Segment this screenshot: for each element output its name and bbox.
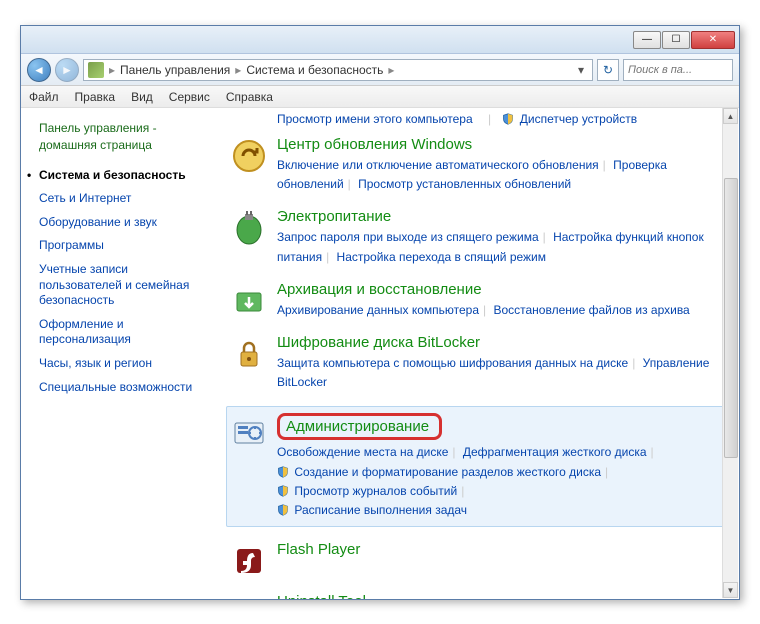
task-link[interactable]: Восстановление файлов из архива — [493, 303, 689, 317]
sidebar-item-appearance[interactable]: Оформление и персонализация — [39, 317, 213, 348]
uninstall-tool-icon — [231, 595, 267, 599]
control-panel-window: — ☐ ✕ ◄ ► ▸ Панель управления ▸ Система … — [20, 25, 740, 600]
chevron-right-icon: ▸ — [385, 63, 397, 77]
category-power: Электропитание Запрос пароля при выходе … — [231, 208, 729, 266]
windows-update-icon — [231, 138, 267, 174]
task-link[interactable]: Расписание выполнения задач — [294, 503, 467, 517]
forward-button[interactable]: ► — [55, 58, 79, 82]
category-title[interactable]: Шифрование диска BitLocker — [277, 334, 729, 351]
task-link[interactable]: Просмотр установленных обновлений — [358, 177, 571, 191]
navigation-bar: ◄ ► ▸ Панель управления ▸ Система и безо… — [21, 54, 739, 86]
back-button[interactable]: ◄ — [27, 58, 51, 82]
task-link[interactable]: Настройка перехода в спящий режим — [337, 250, 546, 264]
refresh-button[interactable]: ↻ — [597, 59, 619, 81]
sidebar-item-accessibility[interactable]: Специальные возможности — [39, 380, 213, 396]
scroll-up-button[interactable]: ▲ — [723, 108, 738, 124]
menu-file[interactable]: Файл — [29, 90, 59, 104]
sidebar-item-users[interactable]: Учетные записи пользователей и семейная … — [39, 262, 213, 309]
task-link[interactable]: Создание и форматирование разделов жестк… — [294, 465, 601, 479]
close-button[interactable]: ✕ — [691, 31, 735, 49]
top-links: Просмотр имени этого компьютера | Диспет… — [277, 112, 729, 126]
task-link[interactable]: Включение или отключение автоматического… — [277, 158, 599, 172]
menu-bar: Файл Правка Вид Сервис Справка — [21, 86, 739, 108]
highlight-annotation: Администрирование — [277, 413, 442, 440]
task-link[interactable]: Освобождение места на диске — [277, 445, 448, 459]
shield-icon — [502, 113, 514, 125]
minimize-button[interactable]: — — [633, 31, 661, 49]
content-pane: Просмотр имени этого компьютера | Диспет… — [221, 108, 739, 599]
shield-icon — [277, 484, 289, 496]
address-bar[interactable]: ▸ Панель управления ▸ Система и безопасн… — [83, 59, 593, 81]
category-title[interactable]: Uninstall Tool — [277, 593, 729, 599]
sidebar: Панель управления - домашняя страница Си… — [21, 108, 221, 599]
scroll-down-button[interactable]: ▼ — [723, 582, 738, 598]
breadcrumb-root[interactable]: Панель управления — [120, 63, 230, 77]
scroll-thumb[interactable] — [724, 178, 738, 458]
bitlocker-icon — [231, 336, 267, 372]
chevron-right-icon: ▸ — [232, 63, 244, 77]
category-administration: Администрирование Освобождение места на … — [226, 406, 727, 527]
address-dropdown[interactable]: ▾ — [574, 63, 588, 77]
sidebar-item-programs[interactable]: Программы — [39, 238, 213, 254]
menu-edit[interactable]: Правка — [75, 90, 116, 104]
menu-view[interactable]: Вид — [131, 90, 153, 104]
task-link[interactable]: Защита компьютера с помощью шифрования д… — [277, 356, 628, 370]
menu-help[interactable]: Справка — [226, 90, 273, 104]
category-title[interactable]: Центр обновления Windows — [277, 136, 729, 153]
sidebar-item-system-security[interactable]: Система и безопасность — [39, 168, 213, 184]
task-link[interactable]: Дефрагментация жесткого диска — [463, 445, 647, 459]
sidebar-home-link[interactable]: Панель управления - домашняя страница — [39, 120, 213, 154]
maximize-button[interactable]: ☐ — [662, 31, 690, 49]
admin-tools-icon — [231, 415, 267, 451]
shield-icon — [277, 465, 289, 477]
category-bitlocker: Шифрование диска BitLocker Защита компью… — [231, 334, 729, 392]
menu-tools[interactable]: Сервис — [169, 90, 210, 104]
category-title[interactable]: Архивация и восстановление — [277, 281, 729, 298]
window-body: Панель управления - домашняя страница Си… — [21, 108, 739, 599]
chevron-right-icon: ▸ — [106, 63, 118, 77]
task-link[interactable]: Просмотр журналов событий — [294, 484, 457, 498]
search-input[interactable] — [623, 59, 733, 81]
flash-player-icon — [231, 543, 267, 579]
task-link[interactable]: Архивирование данных компьютера — [277, 303, 479, 317]
category-windows-update: Центр обновления Windows Включение или о… — [231, 136, 729, 194]
sidebar-item-clock[interactable]: Часы, язык и регион — [39, 356, 213, 372]
vertical-scrollbar[interactable]: ▲ ▼ — [722, 108, 738, 598]
category-title[interactable]: Электропитание — [277, 208, 729, 225]
titlebar: — ☐ ✕ — [21, 26, 739, 54]
backup-icon — [231, 283, 267, 319]
control-panel-icon — [88, 62, 104, 78]
shield-icon — [277, 503, 289, 515]
link-device-manager[interactable]: Диспетчер устройств — [520, 112, 637, 126]
task-link[interactable]: Запрос пароля при выходе из спящего режи… — [277, 230, 539, 244]
category-title[interactable]: Flash Player — [277, 541, 729, 558]
sidebar-item-hardware[interactable]: Оборудование и звук — [39, 215, 213, 231]
category-flash-player: Flash Player — [231, 541, 729, 579]
link-computer-name[interactable]: Просмотр имени этого компьютера — [277, 112, 473, 126]
category-title[interactable]: Администрирование — [286, 418, 429, 435]
breadcrumb-current[interactable]: Система и безопасность — [246, 63, 383, 77]
category-backup: Архивация и восстановление Архивирование… — [231, 281, 729, 320]
sidebar-item-network[interactable]: Сеть и Интернет — [39, 191, 213, 207]
category-uninstall-tool: Uninstall Tool — [231, 593, 729, 599]
power-icon — [231, 210, 267, 246]
